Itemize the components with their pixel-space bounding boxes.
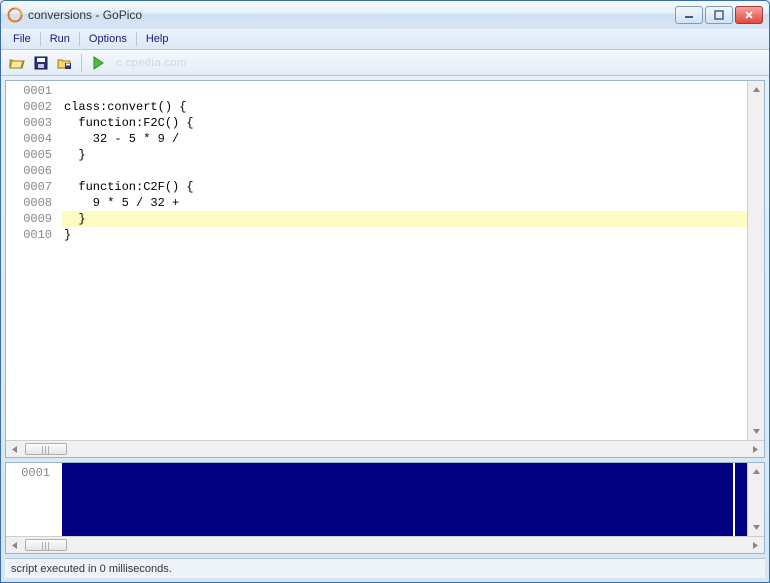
minimize-button[interactable] <box>675 6 703 24</box>
save-as-button[interactable] <box>55 53 75 73</box>
scroll-right-icon[interactable] <box>747 441 764 457</box>
line-number: 0005 <box>6 147 52 163</box>
vertical-scrollbar[interactable] <box>747 463 764 536</box>
floppy-icon <box>33 55 49 71</box>
output-pane: 0001 <box>5 462 765 554</box>
line-number: 0010 <box>6 227 52 243</box>
line-number: 0009 <box>6 211 52 227</box>
line-number: 0002 <box>6 99 52 115</box>
app-window: conversions - GoPico File Run Options He… <box>0 0 770 583</box>
menu-file[interactable]: File <box>5 31 39 47</box>
scroll-track[interactable] <box>23 537 747 553</box>
code-line[interactable]: 32 - 5 * 9 / <box>62 131 747 147</box>
menu-separator <box>136 32 137 46</box>
window-title: conversions - GoPico <box>28 8 675 22</box>
vertical-scrollbar[interactable] <box>747 81 764 440</box>
app-icon <box>7 7 23 23</box>
code-line[interactable]: } <box>62 147 747 163</box>
code-line[interactable] <box>62 163 747 179</box>
editor-area: 0001000200030004000500060007000800090010… <box>6 81 764 440</box>
scroll-left-icon[interactable] <box>6 441 23 457</box>
menu-options[interactable]: Options <box>81 31 135 47</box>
window-controls <box>675 6 763 24</box>
toolbar: c.cpedia.com <box>1 50 769 76</box>
output-gutter: 0001 <box>6 463 62 536</box>
scroll-left-icon[interactable] <box>6 537 23 553</box>
line-gutter: 0001000200030004000500060007000800090010 <box>6 81 62 440</box>
menu-separator <box>79 32 80 46</box>
menu-run[interactable]: Run <box>42 31 78 47</box>
run-button[interactable] <box>88 53 108 73</box>
watermark-text: c.cpedia.com <box>116 57 187 69</box>
line-number: 0001 <box>6 83 52 99</box>
statusbar: script executed in 0 milliseconds. <box>5 558 765 578</box>
open-button[interactable] <box>7 53 27 73</box>
folder-open-icon <box>9 55 25 71</box>
code-line[interactable]: class:convert() { <box>62 99 747 115</box>
menubar: File Run Options Help <box>1 29 769 50</box>
code-editor[interactable]: class:convert() { function:F2C() { 32 - … <box>62 81 747 440</box>
horizontal-scrollbar[interactable] <box>6 440 764 457</box>
code-line[interactable]: } <box>62 227 747 243</box>
code-line[interactable]: function:C2F() { <box>62 179 747 195</box>
folder-save-icon <box>57 55 73 71</box>
scroll-track[interactable] <box>748 98 764 423</box>
scroll-track[interactable] <box>23 441 747 457</box>
scroll-up-icon[interactable] <box>748 463 764 480</box>
menu-help[interactable]: Help <box>138 31 177 47</box>
content-area: 0001000200030004000500060007000800090010… <box>1 76 769 558</box>
maximize-button[interactable] <box>705 6 733 24</box>
code-line[interactable]: function:F2C() { <box>62 115 747 131</box>
line-number: 0008 <box>6 195 52 211</box>
scroll-up-icon[interactable] <box>748 81 764 98</box>
scroll-right-icon[interactable] <box>747 537 764 553</box>
scroll-thumb[interactable] <box>25 443 67 455</box>
close-button[interactable] <box>735 6 763 24</box>
toolbar-separator <box>81 54 82 72</box>
scroll-down-icon[interactable] <box>748 519 764 536</box>
horizontal-scrollbar[interactable] <box>6 536 764 553</box>
line-number: 0007 <box>6 179 52 195</box>
code-line[interactable]: 9 * 5 / 32 + <box>62 195 747 211</box>
play-icon <box>90 55 106 71</box>
scroll-down-icon[interactable] <box>748 423 764 440</box>
code-line[interactable] <box>62 83 747 99</box>
scroll-track[interactable] <box>748 480 764 519</box>
editor-pane: 0001000200030004000500060007000800090010… <box>5 80 765 458</box>
output-console[interactable] <box>62 463 747 536</box>
line-number: 0006 <box>6 163 52 179</box>
line-number: 0004 <box>6 131 52 147</box>
line-number: 0003 <box>6 115 52 131</box>
status-text: script executed in 0 milliseconds. <box>11 563 172 575</box>
menu-separator <box>40 32 41 46</box>
code-line[interactable]: } <box>62 211 747 227</box>
line-number: 0001 <box>6 465 50 481</box>
save-button[interactable] <box>31 53 51 73</box>
titlebar[interactable]: conversions - GoPico <box>1 1 769 29</box>
scroll-thumb[interactable] <box>25 539 67 551</box>
output-area: 0001 <box>6 463 764 536</box>
